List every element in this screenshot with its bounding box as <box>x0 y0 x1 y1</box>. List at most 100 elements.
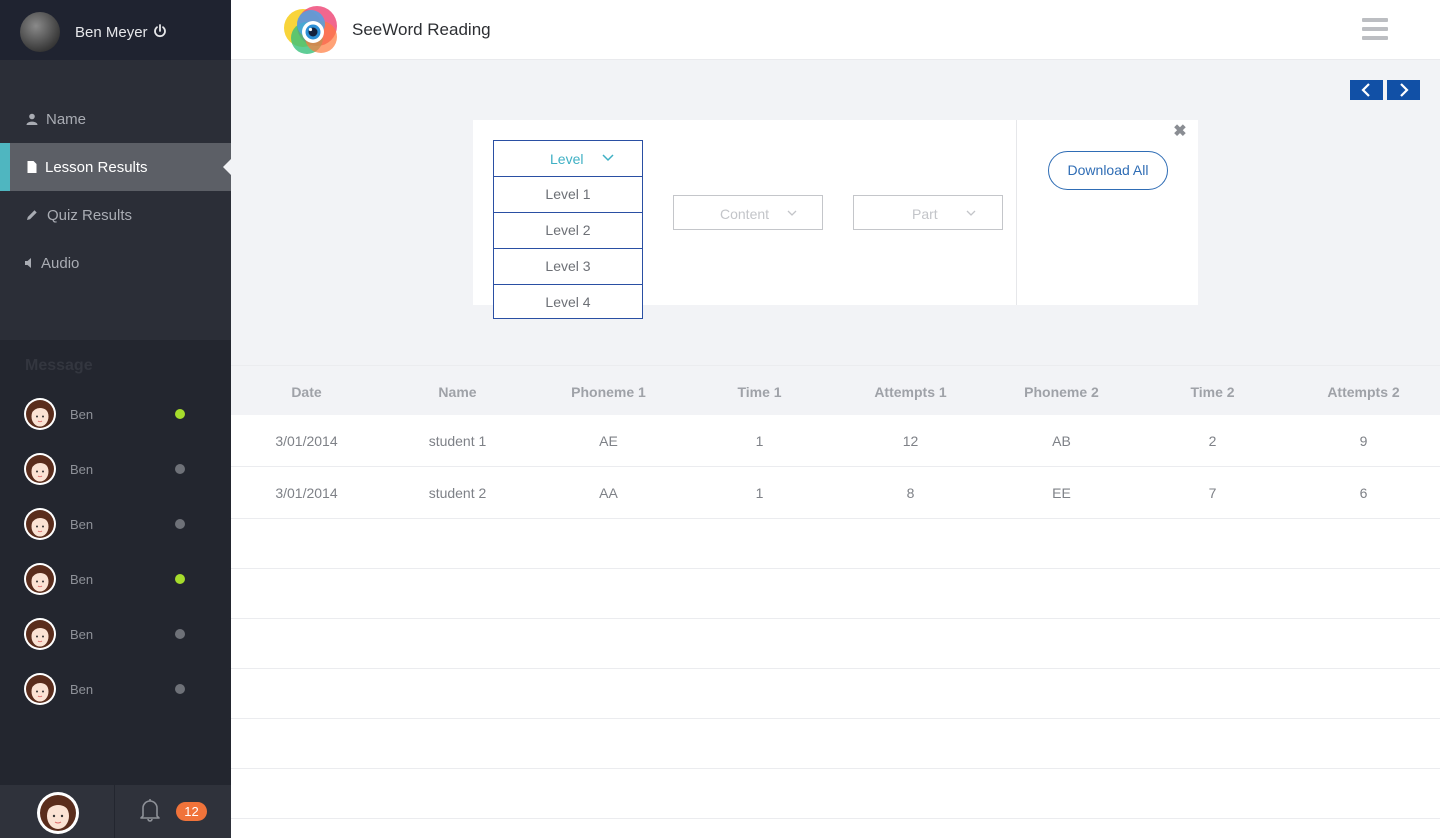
contact-name: Ben <box>70 517 94 532</box>
empty-row <box>231 619 1440 669</box>
active-notch <box>223 159 231 175</box>
sidebar-item-label: Name <box>46 110 87 128</box>
table-cell: student 2 <box>428 485 487 501</box>
empty-row <box>231 519 1440 569</box>
sidebar-item-lesson-results[interactable]: Lesson Results <box>0 143 231 191</box>
table-cell: 1 <box>755 485 764 501</box>
empty-row <box>231 769 1440 819</box>
bell-icon[interactable] <box>139 798 161 822</box>
status-dot <box>175 574 185 584</box>
part-dropdown-label: Part <box>912 206 938 222</box>
table-row[interactable]: 3/01/2014 student 2 AA 1 8 EE 7 6 <box>231 467 1440 519</box>
download-all-button[interactable]: Download All <box>1048 151 1168 190</box>
panel-divider <box>1016 120 1017 305</box>
status-dot <box>175 629 185 639</box>
level-option[interactable]: Level 3 <box>494 248 642 284</box>
status-dot <box>175 409 185 419</box>
sidebar-item-quiz-results[interactable]: Quiz Results <box>0 191 231 239</box>
table-cell: AA <box>599 485 618 501</box>
footer-avatar[interactable] <box>37 792 79 834</box>
table-cell: student 1 <box>428 433 487 449</box>
contact-avatar <box>24 508 56 540</box>
chevron-down-icon <box>602 154 614 162</box>
sidebar-item-audio[interactable]: Audio <box>0 239 231 287</box>
sidebar-item-label: Quiz Results <box>47 206 133 224</box>
user-name: Ben Meyer <box>75 24 148 41</box>
contact-avatar <box>24 398 56 430</box>
status-dot <box>175 464 185 474</box>
table-cell: 6 <box>1359 485 1368 501</box>
level-dropdown-label: Level <box>550 151 584 167</box>
document-icon <box>27 161 37 173</box>
pencil-icon <box>27 210 37 220</box>
contact-item[interactable]: Ben <box>0 508 231 558</box>
part-dropdown[interactable]: Part <box>853 195 1003 230</box>
contact-name: Ben <box>70 572 94 587</box>
table-row[interactable]: 3/01/2014 student 1 AE 1 12 AB 2 9 <box>231 415 1440 467</box>
level-dropdown-header[interactable]: Level <box>494 141 642 176</box>
level-option[interactable]: Level 1 <box>494 176 642 212</box>
chevron-right-icon <box>1400 83 1409 97</box>
table-cell: 9 <box>1359 433 1368 449</box>
sidebar-item-label: Audio <box>41 254 80 272</box>
content-dropdown[interactable]: Content <box>673 195 823 230</box>
contact-item[interactable]: Ben <box>0 453 231 503</box>
contact-avatar <box>24 563 56 595</box>
app-logo <box>284 6 337 54</box>
sidebar: Ben Meyer Name Lesson Results Quiz Resul… <box>0 0 231 838</box>
contact-avatar <box>24 453 56 485</box>
sidebar-menu: Name Lesson Results Quiz Results Audio <box>0 60 231 340</box>
contact-avatar <box>24 618 56 650</box>
sidebar-item-label: Lesson Results <box>45 158 148 176</box>
chevron-left-icon <box>1361 83 1370 97</box>
table-cell: AE <box>599 433 618 449</box>
previous-button[interactable] <box>1350 80 1383 100</box>
table-cell: AB <box>1052 433 1071 449</box>
table-cell: 1 <box>755 433 764 449</box>
column-header[interactable]: Time 2 <box>1137 384 1288 400</box>
column-header[interactable]: Name <box>382 384 533 400</box>
filter-panel: Level Level 1 Level 2 Level 3 Level 4 Co… <box>473 120 1198 319</box>
top-header: SeeWord Reading <box>231 0 1440 60</box>
hamburger-menu-icon[interactable] <box>1362 18 1388 40</box>
table-cell: 7 <box>1208 485 1217 501</box>
table-header: Date Name Phoneme 1 Time 1 Attempts 1 Phoneme… <box>231 365 1440 415</box>
column-header[interactable]: Attempts 2 <box>1288 384 1439 400</box>
active-indicator <box>0 143 10 191</box>
status-dot <box>175 519 185 529</box>
level-option[interactable]: Level 4 <box>494 284 642 320</box>
table-cell: 3/01/2014 <box>275 433 338 449</box>
sidebar-item-name[interactable]: Name <box>0 95 231 143</box>
contact-item[interactable]: Ben <box>0 398 231 448</box>
app-title: SeeWord Reading <box>352 20 491 39</box>
status-dot <box>175 684 185 694</box>
empty-row <box>231 569 1440 619</box>
chevron-down-icon <box>966 210 976 216</box>
user-icon <box>26 113 38 125</box>
close-icon[interactable]: ✖ <box>1173 124 1187 140</box>
contact-item[interactable]: Ben <box>0 618 231 668</box>
notification-badge[interactable]: 12 <box>176 802 207 821</box>
empty-row <box>231 819 1440 838</box>
contact-item[interactable]: Ben <box>0 673 231 723</box>
level-dropdown[interactable]: Level Level 1 Level 2 Level 3 Level 4 <box>493 140 643 319</box>
contact-name: Ben <box>70 462 94 477</box>
avatar[interactable] <box>20 12 60 52</box>
user-bar: Ben Meyer <box>0 0 231 60</box>
empty-row <box>231 669 1440 719</box>
column-header[interactable]: Time 1 <box>684 384 835 400</box>
content-dropdown-label: Content <box>720 206 770 222</box>
results-table: Date Name Phoneme 1 Time 1 Attempts 1 Phoneme… <box>231 365 1440 838</box>
chevron-down-icon <box>787 210 797 216</box>
level-option[interactable]: Level 2 <box>494 212 642 248</box>
column-header[interactable]: Phoneme 2 <box>986 384 1137 400</box>
contact-item[interactable]: Ben <box>0 563 231 613</box>
column-header[interactable]: Attempts 1 <box>835 384 986 400</box>
empty-row <box>231 719 1440 769</box>
power-icon[interactable] <box>153 24 167 38</box>
column-header[interactable]: Date <box>231 384 382 400</box>
next-button[interactable] <box>1387 80 1420 100</box>
column-header[interactable]: Phoneme 1 <box>533 384 684 400</box>
contact-avatar <box>24 673 56 705</box>
table-cell: 2 <box>1208 433 1217 449</box>
